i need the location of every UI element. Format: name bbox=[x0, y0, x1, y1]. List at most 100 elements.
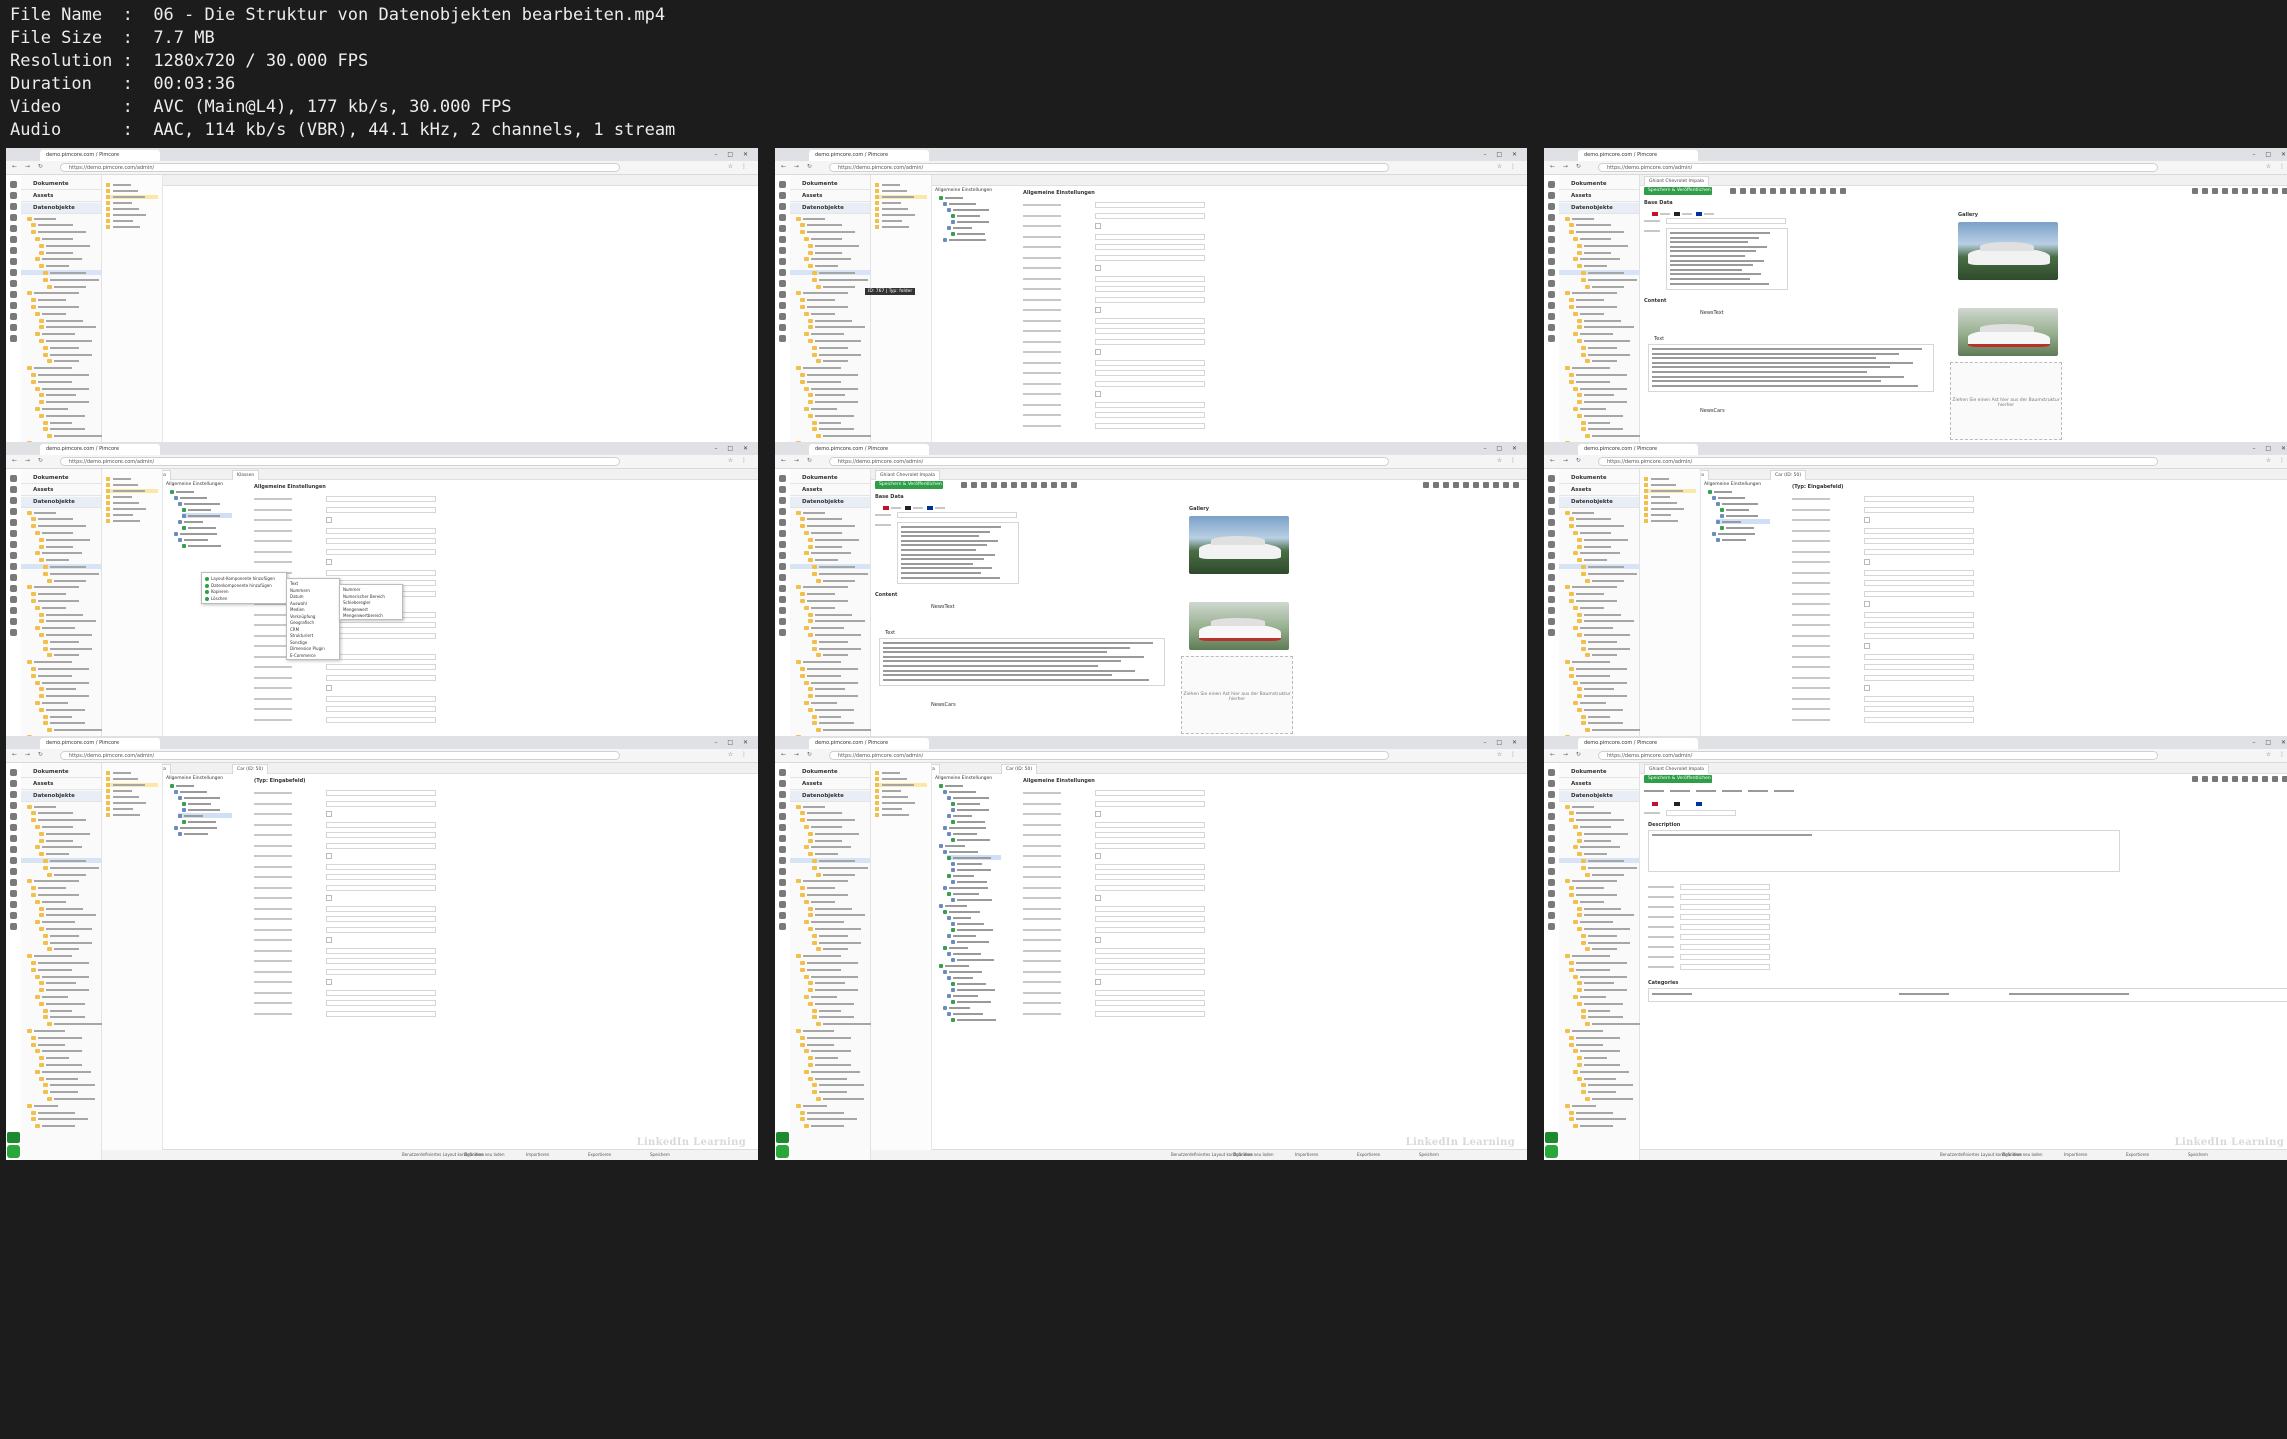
class-list-item[interactable] bbox=[875, 783, 927, 787]
toolbar-icon[interactable] bbox=[1433, 482, 1439, 488]
tree-node[interactable] bbox=[21, 845, 101, 850]
tree-node[interactable] bbox=[1559, 393, 1639, 398]
checkbox[interactable] bbox=[1864, 601, 1870, 607]
class-list-item[interactable] bbox=[875, 813, 927, 817]
tree-node[interactable] bbox=[21, 332, 101, 337]
tree-node[interactable] bbox=[21, 379, 101, 384]
layout-node[interactable] bbox=[170, 783, 232, 788]
tree-node[interactable] bbox=[21, 687, 101, 692]
short-text-field[interactable] bbox=[897, 522, 1019, 584]
toolbar-icon[interactable] bbox=[1548, 530, 1555, 537]
toolbar-icon[interactable] bbox=[779, 618, 786, 625]
tree-node[interactable] bbox=[1559, 619, 1639, 624]
url-field[interactable]: https://demo.pimcore.com/admin/ bbox=[829, 457, 1389, 466]
input-field[interactable] bbox=[1680, 934, 1770, 940]
toolbar-icon[interactable] bbox=[1548, 203, 1555, 210]
tree-node[interactable] bbox=[790, 994, 870, 999]
tree-node[interactable] bbox=[1559, 974, 1639, 979]
class-list-item[interactable] bbox=[106, 489, 158, 493]
layout-node[interactable] bbox=[947, 855, 1001, 860]
tree-node[interactable] bbox=[21, 954, 101, 959]
tree-node[interactable] bbox=[790, 852, 870, 857]
tree-node[interactable] bbox=[1559, 981, 1639, 986]
tree-node[interactable] bbox=[790, 1035, 870, 1040]
toolbar-icon[interactable] bbox=[779, 291, 786, 298]
toolbar-icon[interactable] bbox=[1548, 313, 1555, 320]
save-publish-button[interactable]: Speichern & Veröffentlichen bbox=[1644, 775, 1712, 783]
toolbar-icon[interactable] bbox=[961, 482, 967, 488]
tree-node[interactable] bbox=[21, 434, 102, 439]
tree-node[interactable] bbox=[21, 899, 101, 904]
tree-node[interactable] bbox=[21, 359, 101, 364]
toolbar-icon[interactable] bbox=[2232, 188, 2238, 194]
tree-node[interactable] bbox=[21, 926, 101, 931]
tree-node[interactable] bbox=[21, 906, 101, 911]
class-list-item[interactable] bbox=[875, 213, 927, 217]
toolbar-icon[interactable] bbox=[2202, 776, 2208, 782]
input-field[interactable] bbox=[1864, 506, 1974, 513]
input-field[interactable] bbox=[1864, 706, 1974, 712]
tree-node[interactable] bbox=[790, 277, 870, 282]
tree-node[interactable] bbox=[1559, 926, 1639, 931]
tree-node[interactable] bbox=[790, 906, 870, 911]
tree-node[interactable] bbox=[790, 311, 870, 316]
tree-node[interactable] bbox=[1559, 1049, 1639, 1054]
layout-node[interactable] bbox=[951, 867, 1001, 872]
notification-icon[interactable] bbox=[7, 1132, 20, 1143]
browser-extensions[interactable]: ☆ ⋮ bbox=[728, 457, 750, 464]
tree-node[interactable] bbox=[1559, 947, 1639, 952]
tree-node[interactable] bbox=[21, 1083, 101, 1088]
input-field[interactable] bbox=[326, 926, 436, 933]
toolbar-icon[interactable] bbox=[1548, 607, 1555, 614]
tree-node[interactable] bbox=[1559, 571, 1639, 576]
layout-node[interactable] bbox=[951, 957, 1001, 962]
tree-header-objects[interactable]: Datenobjekte bbox=[1559, 203, 1639, 214]
tree-node[interactable] bbox=[790, 981, 870, 986]
tree-node[interactable] bbox=[790, 1090, 870, 1095]
toolbar-icon[interactable] bbox=[1061, 482, 1067, 488]
class-list-item[interactable] bbox=[875, 207, 927, 211]
tree-node[interactable] bbox=[1559, 687, 1639, 692]
browser-tab[interactable]: demo.pimcore.com / Pimcore bbox=[1578, 444, 1698, 455]
toolbar-icon[interactable] bbox=[1548, 541, 1555, 548]
tree-node[interactable] bbox=[790, 406, 870, 411]
tree-node[interactable] bbox=[21, 838, 101, 843]
toolbar-icon[interactable] bbox=[1548, 629, 1555, 636]
toolbar-icon[interactable] bbox=[779, 923, 786, 930]
toolbar-icon[interactable] bbox=[1548, 618, 1555, 625]
layout-node[interactable] bbox=[951, 819, 1001, 824]
class-list-item[interactable] bbox=[1644, 507, 1696, 511]
toolbar-icon[interactable] bbox=[1790, 188, 1796, 194]
toolbar-icon[interactable] bbox=[10, 879, 17, 886]
tree-node[interactable] bbox=[21, 940, 101, 945]
tree-node[interactable] bbox=[21, 544, 101, 549]
input-field[interactable] bbox=[326, 674, 436, 681]
input-field[interactable] bbox=[1666, 218, 1786, 224]
tree-header-objects[interactable]: Datenobjekte bbox=[1559, 791, 1639, 802]
input-field[interactable] bbox=[1680, 914, 1770, 920]
input-field[interactable] bbox=[326, 569, 436, 576]
tree-node[interactable] bbox=[790, 811, 870, 816]
toolbar-icon[interactable] bbox=[991, 482, 997, 488]
input-field[interactable] bbox=[326, 790, 436, 796]
toolbar-icon[interactable] bbox=[779, 192, 786, 199]
tree-node[interactable] bbox=[1559, 988, 1639, 993]
tree-node[interactable] bbox=[1559, 872, 1639, 877]
status-3[interactable]: Exportieren bbox=[1357, 1152, 1380, 1157]
tree-node[interactable] bbox=[790, 1083, 870, 1088]
toolbar-icon[interactable] bbox=[1548, 868, 1555, 875]
drop-zone[interactable]: Ziehen Sie einen Ast hier aus der Baumst… bbox=[1950, 362, 2062, 440]
toolbar-icon[interactable] bbox=[1513, 482, 1519, 488]
tree-node[interactable] bbox=[21, 427, 101, 432]
input-field[interactable] bbox=[326, 695, 436, 702]
toolbar-icon[interactable] bbox=[779, 203, 786, 210]
tree-node[interactable] bbox=[21, 264, 101, 269]
tree-node[interactable] bbox=[1559, 714, 1639, 719]
toolbar-icon[interactable] bbox=[1548, 552, 1555, 559]
tree-node[interactable] bbox=[1559, 434, 1640, 439]
class-list-item[interactable] bbox=[1644, 513, 1696, 517]
layout-node[interactable] bbox=[943, 201, 1001, 206]
tree-node[interactable] bbox=[790, 1076, 870, 1081]
tree-node[interactable] bbox=[21, 537, 101, 542]
tree-node[interactable] bbox=[21, 646, 101, 651]
